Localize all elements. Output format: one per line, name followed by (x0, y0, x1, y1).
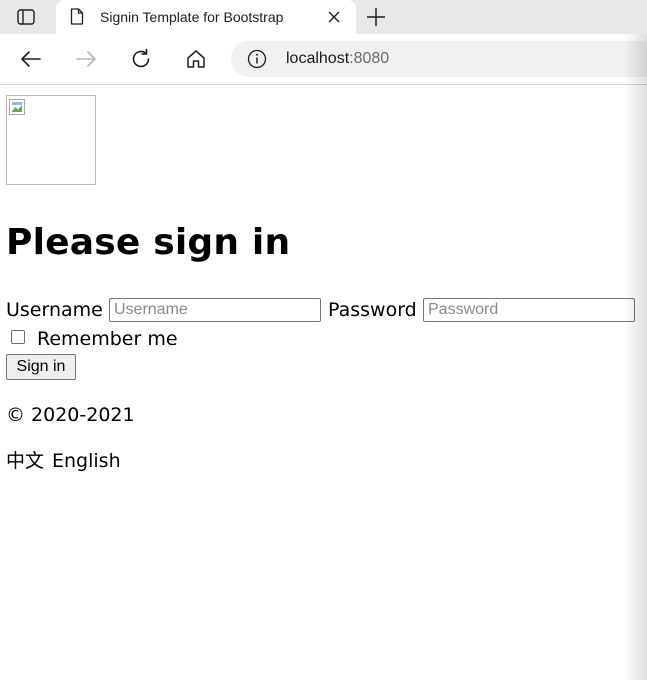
plus-icon[interactable] (364, 5, 388, 29)
language-link-english[interactable]: English (52, 449, 121, 473)
copyright-text: © 2020-2021 (6, 404, 135, 426)
close-icon[interactable] (326, 9, 342, 25)
browser-tab[interactable]: Signin Template for Bootstrap (56, 0, 356, 34)
reload-icon[interactable] (129, 47, 153, 71)
page-icon (70, 8, 84, 25)
page-title: Please sign in (6, 222, 291, 263)
sign-in-button[interactable]: Sign in (6, 354, 76, 380)
tab-actions-icon[interactable] (10, 6, 42, 28)
back-arrow-icon[interactable] (19, 47, 43, 71)
home-icon[interactable] (184, 47, 208, 71)
info-icon[interactable] (247, 49, 267, 69)
tab-title: Signin Template for Bootstrap (100, 9, 284, 25)
username-label: Username (6, 299, 103, 321)
password-input[interactable] (423, 298, 635, 322)
password-label: Password (328, 299, 417, 321)
address-bar[interactable]: localhost:8080 (231, 41, 647, 77)
language-link-chinese[interactable]: 中文 (6, 449, 44, 473)
page-content: Please sign in Username Password Remembe… (0, 85, 647, 680)
browser-toolbar: localhost:8080 (0, 34, 647, 85)
username-input[interactable] (109, 298, 321, 322)
browser-tabstrip: Signin Template for Bootstrap (0, 0, 647, 34)
address-url[interactable]: localhost:8080 (286, 41, 389, 77)
remember-me-label[interactable]: Remember me (37, 327, 178, 351)
remember-me-checkbox[interactable] (11, 330, 25, 344)
url-port: :8080 (349, 50, 390, 67)
forward-arrow-icon[interactable] (74, 47, 98, 71)
broken-image-icon (6, 95, 96, 185)
url-host: localhost (286, 50, 350, 67)
